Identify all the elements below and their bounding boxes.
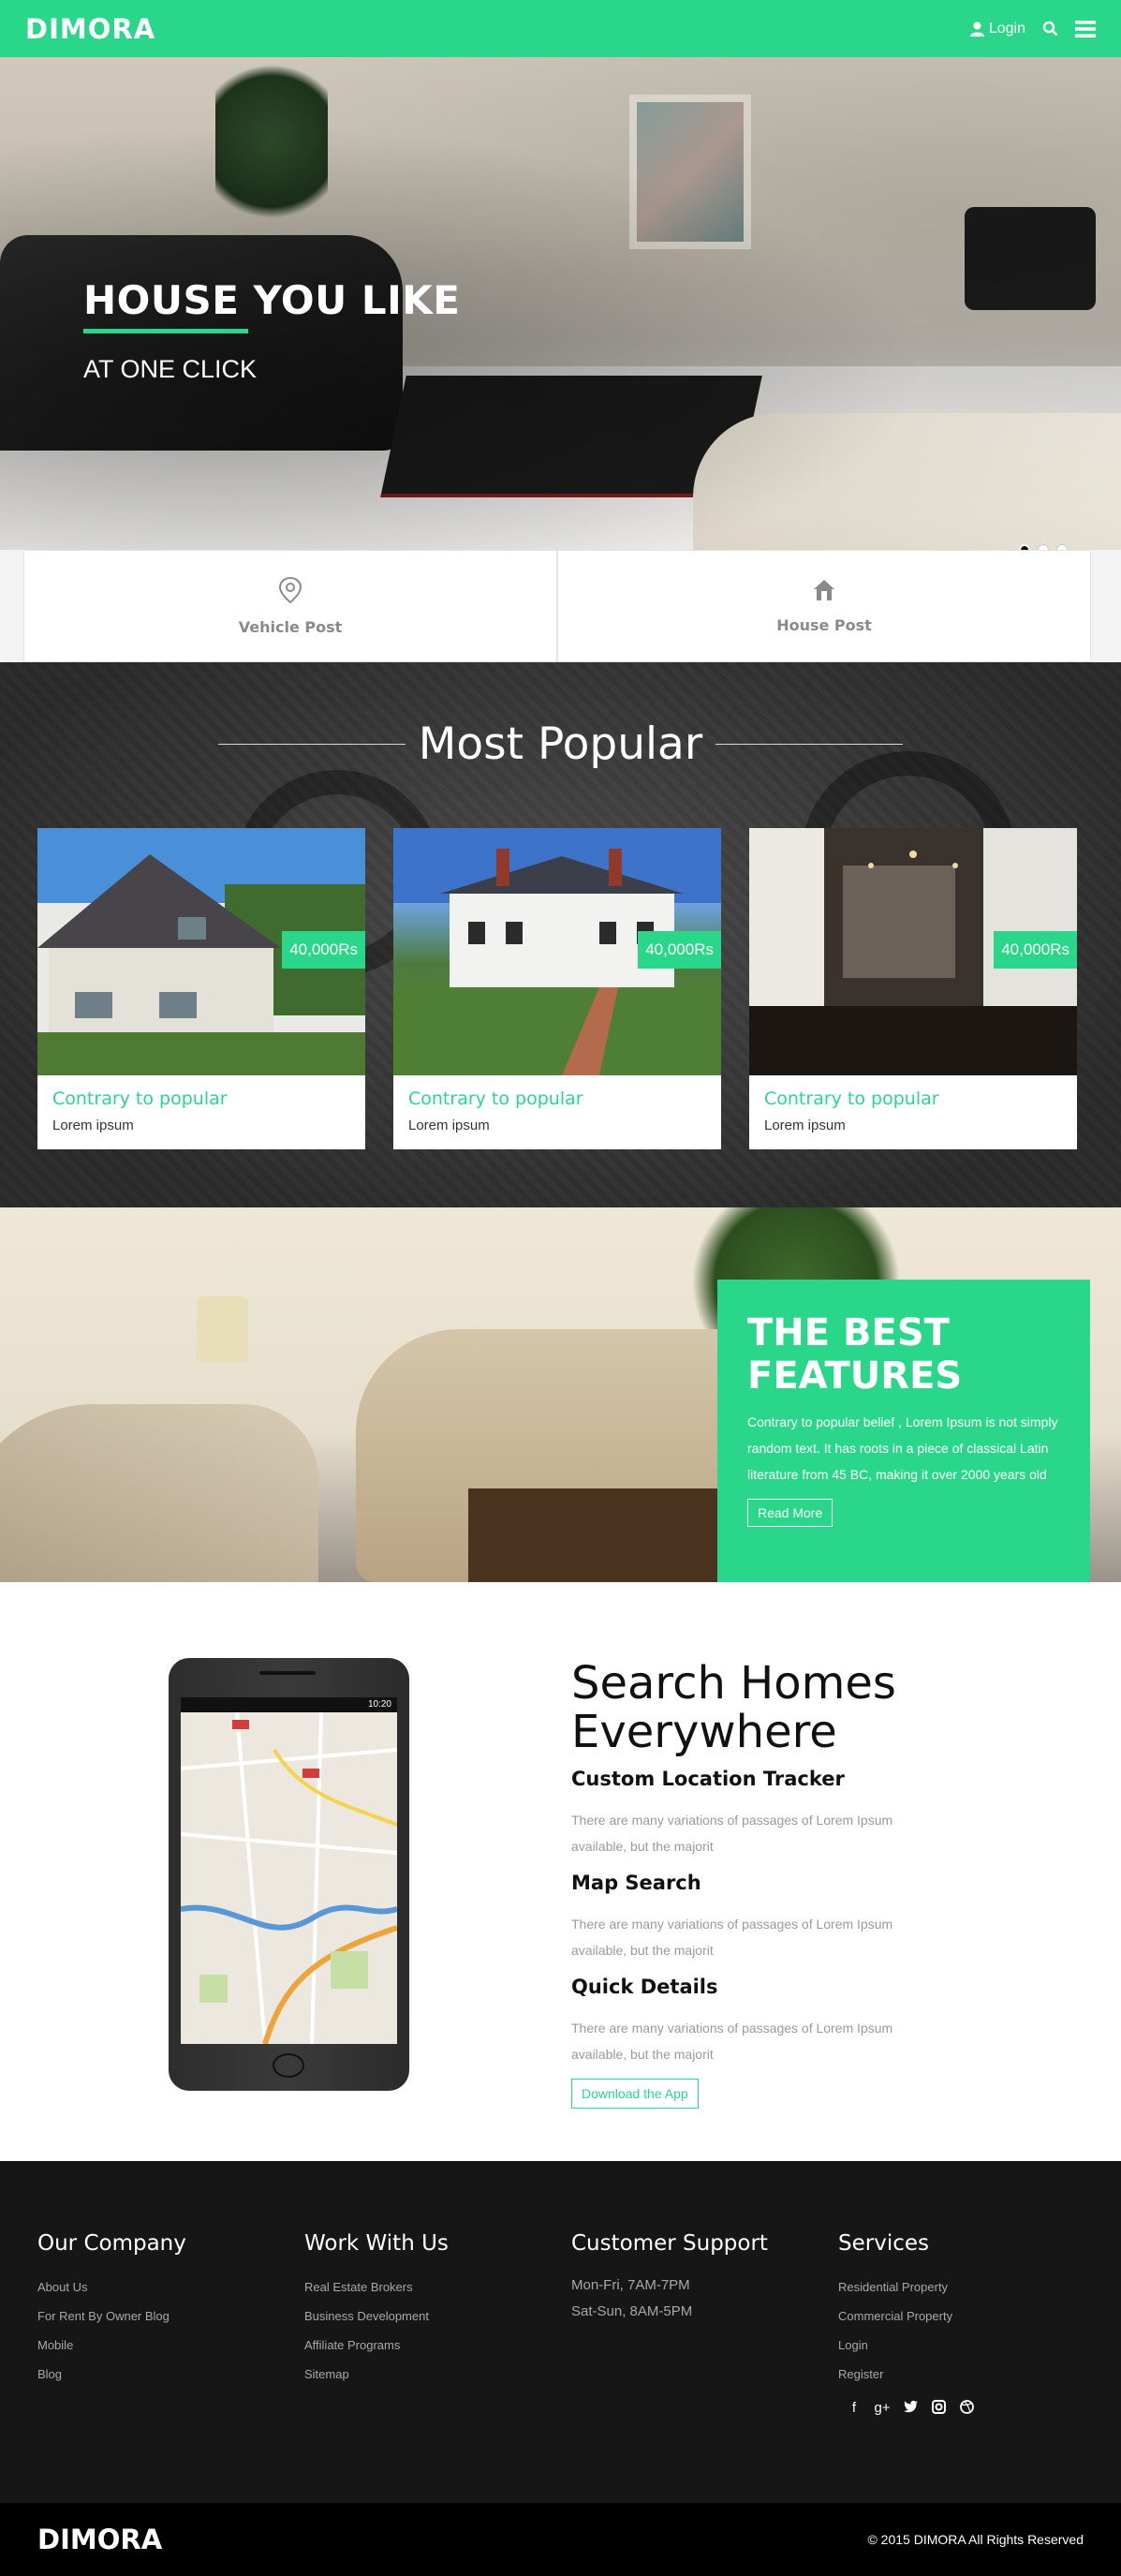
top-navbar: DIMORA Login [0,0,1121,57]
instagram-icon[interactable] [930,2400,947,2418]
dribbble-icon[interactable] [958,2400,975,2418]
footer-col-services: Services Residential Property Commercial… [838,2231,952,2389]
footer-heading: Work With Us [304,2231,449,2256]
footer-link[interactable]: Sitemap [304,2360,449,2389]
property-title[interactable]: Contrary to popular [408,1088,583,1109]
property-card[interactable]: 40,000Rs Contrary to popular Lorem ipsum [393,828,721,1149]
footer-brand-logo[interactable]: DIMORA [37,2524,162,2555]
price-badge: 40,000Rs [282,931,365,969]
house-icon [812,578,836,607]
footer-link[interactable]: Affiliate Programs [304,2331,449,2360]
hero-title-underline [83,329,248,333]
feature-heading-map-search: Map Search [571,1872,701,1894]
vehicle-post-tab[interactable]: Vehicle Post [23,550,557,662]
footer-link[interactable]: Real Estate Brokers [304,2273,449,2302]
feature-text-map-search: There are many variations of passages of… [571,1917,893,1958]
features-armchair [0,1404,318,1582]
features-title-line1: THE BEST [747,1311,950,1355]
search-title: Search Homes Everywhere [571,1659,896,1756]
phone-time: 10:20 [181,1697,397,1712]
property-photo: 40,000Rs [393,828,721,1075]
feature-text-quick-details: There are many variations of passages of… [571,2021,893,2062]
heading-rule-left [217,744,406,745]
footer-col-company: Our Company About Us For Rent By Owner B… [37,2231,186,2389]
popular-heading: Most Popular [0,718,1121,770]
facebook-icon[interactable]: f [846,2400,863,2418]
google-plus-icon[interactable]: g+ [874,2400,891,2418]
location-pin-icon [278,576,302,609]
best-features-section: THE BEST FEATURES Contrary to popular be… [0,1207,1121,1582]
footer-link[interactable]: About Us [37,2273,186,2302]
footer-link[interactable]: For Rent By Owner Blog [37,2302,186,2331]
footer-col-support: Customer Support Mon-Fri, 7AM-7PM Sat-Su… [571,2231,768,2325]
property-subtitle: Lorem ipsum [52,1118,134,1133]
property-card[interactable]: 40,000Rs Contrary to popular Lorem ipsum [37,828,365,1149]
footer-col-work: Work With Us Real Estate Brokers Busines… [304,2231,449,2389]
twitter-icon[interactable] [902,2400,919,2418]
vehicle-post-label: Vehicle Post [238,618,343,636]
footer-link[interactable]: Business Development [304,2302,449,2331]
property-photo: 40,000Rs [749,828,1077,1075]
features-title: THE BEST FEATURES [747,1311,1060,1398]
hamburger-menu-icon[interactable] [1075,20,1096,38]
features-panel: THE BEST FEATURES Contrary to popular be… [717,1280,1090,1582]
feature-heading-quick-details: Quick Details [571,1976,718,1998]
property-title[interactable]: Contrary to popular [52,1088,228,1109]
copyright-text: © 2015 DIMORA All Rights Reserved [867,2532,1084,2547]
search-title-line2: Everywhere [571,1706,837,1758]
property-card[interactable]: 40,000Rs Contrary to popular Lorem ipsum [749,828,1077,1149]
features-title-line2: FEATURES [747,1355,963,1398]
footer-link[interactable]: Register [838,2360,952,2389]
phone-speaker [259,1671,316,1675]
phone-home-button [273,2053,304,2078]
bottom-bar: DIMORA © 2015 DIMORA All Rights Reserved [0,2503,1121,2576]
download-app-button[interactable]: Download the App [571,2079,699,2109]
post-tabs: Vehicle Post House Post [0,550,1121,662]
hero-slider: HOUSE YOU LIKE AT ONE CLICK [0,57,1121,571]
read-more-button[interactable]: Read More [747,1499,833,1527]
house-post-tab[interactable]: House Post [557,550,1091,662]
user-icon [969,22,984,37]
heading-rule-right [715,744,904,745]
footer: Our Company About Us For Rent By Owner B… [0,2161,1121,2503]
search-icon[interactable] [1042,21,1058,37]
login-label: Login [988,20,1025,37]
search-homes-section: 10:20 Search Homes Everywhere Custom Loc… [0,1582,1121,2161]
footer-heading: Customer Support [571,2231,768,2256]
property-subtitle: Lorem ipsum [764,1118,846,1133]
most-popular-section: Most Popular 40,000Rs Contrary to popula… [0,662,1121,1207]
popular-title: Most Popular [418,718,703,770]
map-screen: 10:20 [181,1697,397,2044]
price-badge: 40,000Rs [994,931,1077,969]
nav-actions: Login [969,20,1096,38]
property-subtitle: Lorem ipsum [408,1118,490,1133]
footer-link[interactable]: Residential Property [838,2273,952,2302]
house-post-label: House Post [776,616,872,634]
footer-link[interactable]: Mobile [37,2331,186,2360]
hero-subtitle: AT ONE CLICK [83,355,258,383]
support-hours: Sat-Sun, 8AM-5PM [571,2303,693,2319]
feature-text-location-tracker: There are many variations of passages of… [571,1813,893,1854]
login-link[interactable]: Login [969,20,1025,37]
search-title-line1: Search Homes [571,1657,896,1710]
feature-heading-location-tracker: Custom Location Tracker [571,1768,845,1790]
features-text: Contrary to popular belief , Lorem Ipsum… [747,1414,1058,1482]
footer-link[interactable]: Blog [37,2360,186,2389]
footer-link[interactable]: Commercial Property [838,2302,952,2331]
phone-mockup: 10:20 [169,1658,409,2091]
social-icons: f g+ [846,2400,975,2418]
footer-heading: Services [838,2231,929,2256]
hero-title: HOUSE YOU LIKE [83,277,461,323]
features-table [468,1488,730,1582]
footer-link[interactable]: Login [838,2331,952,2360]
footer-heading: Our Company [37,2231,186,2256]
price-badge: 40,000Rs [638,931,721,969]
property-photo: 40,000Rs [37,828,365,1075]
brand-logo[interactable]: DIMORA [25,13,155,45]
property-title[interactable]: Contrary to popular [764,1088,939,1109]
features-lamp [197,1296,248,1362]
support-hours: Mon-Fri, 7AM-7PM [571,2277,690,2293]
